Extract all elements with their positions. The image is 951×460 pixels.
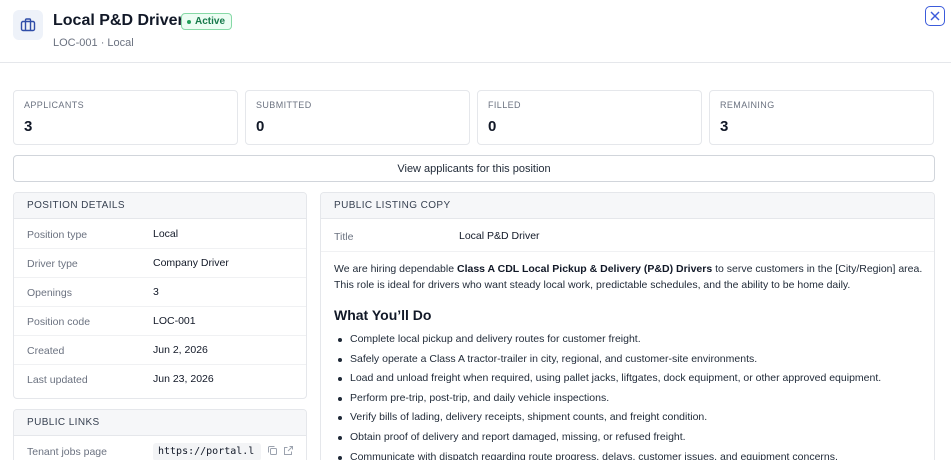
section-heading: What You’ll Do [334, 307, 432, 323]
intro-text: We are hiring dependable [334, 263, 457, 275]
listing-title-value: Local P&D Driver [459, 230, 540, 242]
detail-value: 3 [153, 286, 159, 298]
listing-title-label: Title [334, 231, 354, 243]
stat-value: 3 [720, 118, 729, 135]
link-label: Tenant jobs page [27, 446, 107, 458]
public-listing-panel: PUBLIC LISTING COPY Title Local P&D Driv… [320, 192, 935, 460]
page-title: Local P&D Driver [53, 12, 184, 29]
status-badge-label: Active [195, 16, 226, 27]
close-button[interactable] [925, 6, 945, 26]
detail-value: Local [153, 228, 179, 240]
intro-emphasis: Class A CDL Local Pickup & Delivery (P&D… [456, 263, 713, 275]
detail-label: Position type [27, 229, 88, 241]
stat-label: FILLED [488, 100, 521, 110]
detail-label: Openings [27, 287, 72, 299]
stat-card-filled: FILLED 0 [477, 90, 702, 145]
detail-row-position-code: Position code LOC-001 [14, 307, 306, 336]
stat-value: 3 [24, 118, 33, 135]
list-item: Complete local pickup and delivery route… [334, 333, 934, 353]
listing-intro: We are hiring dependable Class A CDL Loc… [334, 261, 934, 293]
stat-value: 0 [488, 118, 497, 135]
detail-row-openings: Openings 3 [14, 278, 306, 307]
list-item: Load and unload freight when required, u… [334, 372, 934, 392]
tenant-jobs-url[interactable]: https://portal.l [153, 443, 261, 460]
view-applicants-button[interactable]: View applicants for this position [13, 155, 935, 182]
detail-value: Jun 23, 2026 [153, 373, 214, 385]
stat-value: 0 [256, 118, 265, 135]
copy-icon[interactable] [267, 445, 278, 459]
detail-row-position-type: Position type Local [14, 220, 306, 249]
list-item: Safely operate a Class A tractor-trailer… [334, 353, 934, 373]
detail-label: Driver type [27, 258, 78, 270]
detail-value: LOC-001 [153, 315, 196, 327]
list-item: Obtain proof of delivery and report dama… [334, 431, 934, 451]
list-item: Verify bills of lading, delivery receipt… [334, 411, 934, 431]
position-details-panel: POSITION DETAILS Position type Local Dri… [13, 192, 307, 399]
panel-heading: POSITION DETAILS [14, 193, 306, 219]
divider [321, 251, 934, 252]
panel-heading: PUBLIC LISTING COPY [321, 193, 934, 219]
briefcase-icon [13, 10, 43, 40]
detail-row-driver-type: Driver type Company Driver [14, 249, 306, 278]
drawer-header: Local P&D Driver Active LOC-001 · Local [0, 0, 951, 63]
public-links-panel: PUBLIC LINKS Tenant jobs page https://po… [13, 409, 307, 460]
status-dot-icon [187, 19, 191, 24]
panel-heading: PUBLIC LINKS [14, 410, 306, 436]
list-item: Perform pre-trip, post-trip, and daily v… [334, 392, 934, 412]
duties-list: Complete local pickup and delivery route… [334, 333, 934, 460]
list-item: Communicate with dispatch regarding rout… [334, 451, 934, 460]
stat-label: REMAINING [720, 100, 775, 110]
stat-card-remaining: REMAINING 3 [709, 90, 934, 145]
stat-label: APPLICANTS [24, 100, 85, 110]
detail-value: Company Driver [153, 257, 229, 269]
detail-label: Position code [27, 316, 91, 328]
close-icon [930, 11, 940, 21]
stat-card-submitted: SUBMITTED 0 [245, 90, 470, 145]
detail-label: Last updated [27, 374, 88, 386]
detail-value: Jun 2, 2026 [153, 344, 208, 356]
stat-label: SUBMITTED [256, 100, 312, 110]
stat-card-applicants: APPLICANTS 3 [13, 90, 238, 145]
detail-row-created: Created Jun 2, 2026 [14, 336, 306, 365]
detail-label: Created [27, 345, 65, 357]
status-badge: Active [181, 13, 233, 30]
detail-row-last-updated: Last updated Jun 23, 2026 [14, 365, 306, 394]
page-subtitle: LOC-001 · Local [53, 37, 134, 49]
external-link-icon[interactable] [283, 445, 294, 459]
